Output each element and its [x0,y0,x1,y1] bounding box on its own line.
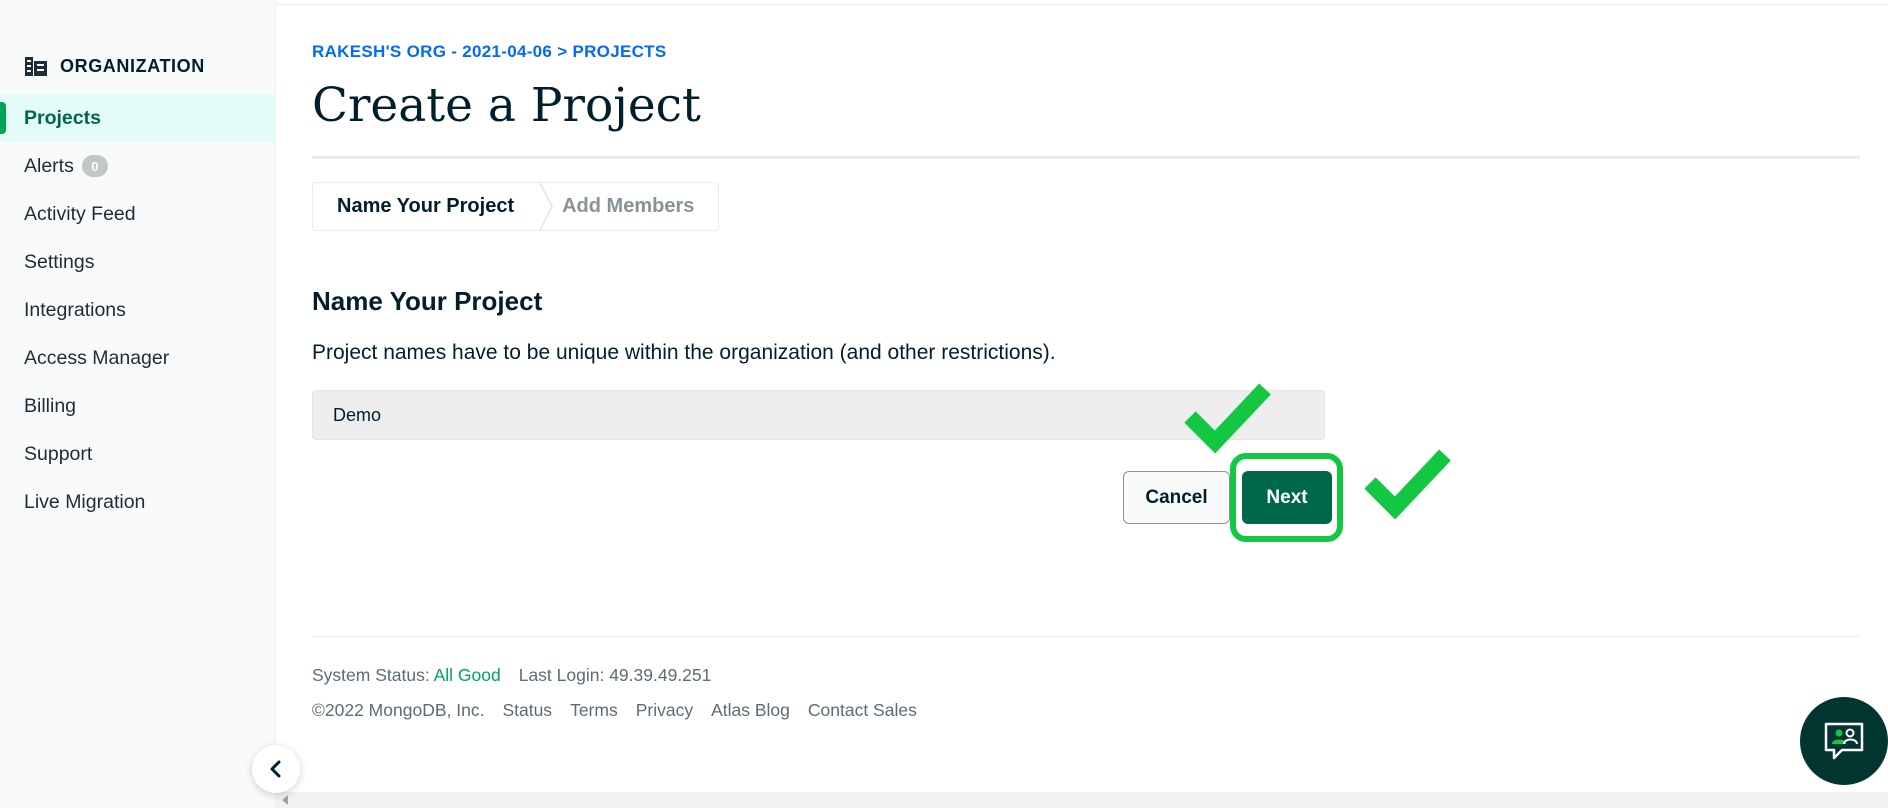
footer-divider [312,636,1860,637]
footer-links: ©2022 MongoDB, Inc. Status Terms Privacy… [312,700,917,721]
footer-link-contact-sales[interactable]: Contact Sales [808,700,917,721]
sidebar-item-label: Access Manager [24,346,170,369]
project-name-input[interactable] [312,390,1325,440]
sidebar-item-label: Integrations [24,298,126,321]
sidebar-item-projects[interactable]: Projects [0,94,276,142]
sidebar-item-access-manager[interactable]: Access Manager [0,334,276,382]
sidebar-item-label: Alerts [24,154,74,177]
wizard-steps: Name Your Project Add Members [312,182,720,231]
building-icon [25,57,47,76]
chat-support-icon [1824,722,1864,760]
sidebar-item-label: Live Migration [24,490,146,513]
next-button[interactable]: Next [1242,471,1332,524]
system-status: System Status: All Good [312,665,501,686]
alerts-count-badge: 0 [81,155,108,177]
footer-link-status[interactable]: Status [502,700,552,721]
footer-link-terms[interactable]: Terms [570,700,618,721]
sidebar: ORGANIZATION Projects Alerts 0 Activity … [0,0,276,808]
sidebar-item-live-migration[interactable]: Live Migration [0,478,276,526]
footer-link-privacy[interactable]: Privacy [636,700,693,721]
main-content: RAKESH'S ORG - 2021-04-06 > PROJECTS Cre… [312,0,1860,808]
sidebar-item-alerts[interactable]: Alerts 0 [0,142,276,190]
breadcrumb[interactable]: RAKESH'S ORG - 2021-04-06 > PROJECTS [312,42,667,62]
sidebar-item-activity-feed[interactable]: Activity Feed [0,190,276,238]
sidebar-header: ORGANIZATION [24,55,205,77]
sidebar-collapse-button[interactable] [252,745,300,793]
sidebar-item-label: Billing [24,394,77,417]
system-status-label: System Status: [312,665,430,685]
wizard-step-separator [539,183,553,230]
last-login: Last Login: 49.39.49.251 [518,665,712,685]
wizard-step-add-members[interactable]: Add Members [556,183,718,230]
title-divider [312,156,1860,159]
copyright: ©2022 MongoDB, Inc. [312,700,485,720]
wizard-step-label: Add Members [562,195,695,217]
sidebar-item-billing[interactable]: Billing [0,382,276,430]
horizontal-scrollbar[interactable] [276,792,1888,808]
chevron-left-icon [270,760,281,778]
checkmark-icon [1184,383,1271,454]
wizard-step-name-project[interactable]: Name Your Project [313,183,538,230]
sidebar-item-label: Projects [24,106,101,129]
sidebar-item-settings[interactable]: Settings [0,238,276,286]
page-title: Create a Project [312,78,701,133]
sidebar-item-integrations[interactable]: Integrations [0,286,276,334]
section-description: Project names have to be unique within t… [312,341,1056,364]
sidebar-item-label: Support [24,442,93,465]
sidebar-item-label: Activity Feed [24,202,136,225]
footer-status: System Status: All Good Last Login: 49.3… [312,665,711,686]
sidebar-item-label: Settings [24,250,95,273]
checkmark-icon [1364,449,1451,520]
sidebar-header-label: ORGANIZATION [60,55,205,76]
sidebar-nav: Projects Alerts 0 Activity Feed Settings… [0,94,276,526]
section-title: Name Your Project [312,286,543,316]
footer-link-atlas-blog[interactable]: Atlas Blog [711,700,790,721]
sidebar-item-support[interactable]: Support [0,430,276,478]
cancel-button[interactable]: Cancel [1123,471,1230,524]
page: ORGANIZATION Projects Alerts 0 Activity … [0,0,1888,808]
chat-support-button[interactable] [1800,697,1888,785]
scroll-left-arrow-icon[interactable] [282,795,288,805]
system-status-value[interactable]: All Good [434,665,501,685]
wizard-step-label: Name Your Project [337,195,515,217]
